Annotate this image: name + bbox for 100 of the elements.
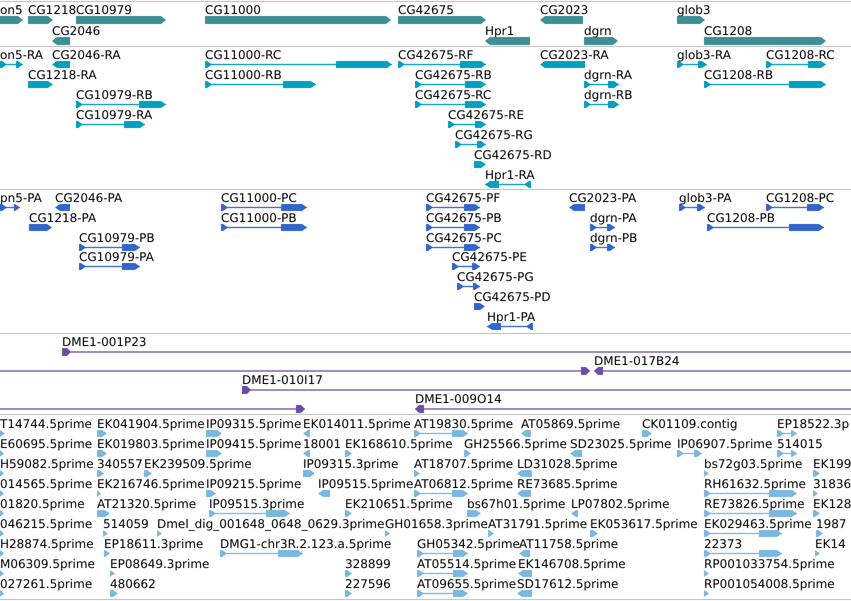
feature-label: IP06907.5prime xyxy=(677,438,772,450)
feature-label: 1987 xyxy=(816,518,847,530)
feature-label: AT05514.5prime xyxy=(417,558,516,570)
feature-label: 328899 xyxy=(345,558,391,570)
feature-label: 340557 xyxy=(97,458,143,470)
feature-label: 046215.5prime xyxy=(0,518,92,530)
feature-label: CG42675-RD xyxy=(474,149,552,161)
feature-label: 01820.5prime xyxy=(0,498,85,510)
feature-label: CG2023 xyxy=(540,4,588,16)
feature-label: AT21320.5prime xyxy=(97,498,196,510)
feature-label: pn5-PA xyxy=(0,192,42,204)
feature-label: RE73826.5prime xyxy=(704,498,804,510)
feature-label: AT11758.5prime xyxy=(519,538,618,550)
feature-label: CG1218-RA xyxy=(28,69,97,81)
feature-label: RP001054008.5prime xyxy=(704,578,835,590)
feature-label: EP18611.3prime xyxy=(104,538,204,550)
feature-label: EK029463.5prime xyxy=(704,518,812,530)
feature-label: EK14 xyxy=(815,538,846,550)
feature-label: IP09315.5prime xyxy=(206,418,302,430)
feature-label: 014565.5prime xyxy=(0,478,92,490)
feature-label: EP08649.3prime xyxy=(110,558,210,570)
feature-label: Dmel_dig_001648_0648_0629.3prime xyxy=(157,518,385,530)
feature-label: glob3 xyxy=(677,4,711,16)
feature-label: IP09315.3prime xyxy=(303,458,398,470)
feature-label: EK128 xyxy=(813,498,851,510)
feature-label: CG10979-PA xyxy=(79,251,154,264)
feature-label: EK216746.5prime xyxy=(97,478,205,490)
feature-label: glob3-PA xyxy=(679,192,732,204)
feature-label: 22373 xyxy=(704,538,742,550)
feature-label: LP07802.5prime xyxy=(571,498,670,510)
feature-label: dgrn-PA xyxy=(590,212,637,224)
feature-label: CG11000 xyxy=(205,4,261,16)
feature-label: CG11000-RB xyxy=(205,69,282,81)
feature-label: CG1218-PA xyxy=(29,212,96,224)
feature-label: Hpr1-RA xyxy=(485,169,535,181)
feature-label: CG10979-PB xyxy=(79,232,155,244)
feature-label: 227596 xyxy=(345,578,391,590)
feature-label: EK014011.5prime xyxy=(303,418,411,430)
feature-label: CG42675-RG xyxy=(455,129,533,141)
feature-label: CG1208-RC xyxy=(766,49,835,61)
feature-label: CG42675-RF xyxy=(398,49,474,61)
feature-label: RE73685.5prime xyxy=(517,478,618,490)
feature-label: DME1-009O14 xyxy=(415,393,502,405)
feature-label: CG1208-PB xyxy=(707,212,776,224)
feature-label: dgrn xyxy=(584,25,612,37)
feature-label: CG1208-RB xyxy=(704,69,774,81)
feature-label: AT06812.5prime xyxy=(414,478,514,490)
feature-label: bs67h01.5prime xyxy=(467,498,566,510)
feature-label: DME1-010I17 xyxy=(242,374,323,386)
feature-label: dgrn-RB xyxy=(584,89,632,101)
feature-label: CG42675-RE xyxy=(448,109,524,121)
feature-label: CG10979-RB xyxy=(76,89,153,101)
feature-label: DMG1-chr3R.2.123.a.5prime xyxy=(220,538,392,550)
feature-label: 18001 xyxy=(303,438,342,450)
feature-label: Hpr1 xyxy=(485,25,514,37)
feature-label: AT05869.5prime xyxy=(521,418,620,430)
feature-label: EK199 xyxy=(813,458,851,470)
feature-label: CG42675-PF xyxy=(426,192,500,204)
feature-label: CG11000-RC xyxy=(205,49,282,61)
feature-label: IP09415.5prime xyxy=(206,438,302,450)
feature-label: H28874.5prime xyxy=(0,538,94,550)
feature-label: IP09515.5prime xyxy=(318,478,414,490)
feature-label: AT18707.5prime xyxy=(414,458,514,470)
feature-label: 514015 xyxy=(777,438,823,450)
feature-label: CG2023-PA xyxy=(569,192,636,204)
feature-label: CG1218 xyxy=(28,4,76,16)
feature-label: CG2023-RA xyxy=(540,49,609,61)
feature-label: dgrn-RA xyxy=(584,69,632,81)
feature-label: CG1208-PC xyxy=(766,192,834,204)
feature-label: CG11000-PB xyxy=(221,212,297,224)
feature-label: EK168610.5prime xyxy=(345,438,453,450)
feature-label: EK239509.5prime xyxy=(144,458,252,470)
feature-label: CK01109.contig xyxy=(642,418,738,430)
feature-label: IP09515.3prime xyxy=(209,498,304,510)
feature-label: CG1208 xyxy=(704,25,752,37)
feature-label: AT09655.5prime xyxy=(417,578,516,590)
feature-label: 31836 xyxy=(813,478,851,490)
feature-label: GH25566.5prime xyxy=(464,438,567,450)
feature-label: CG42675-PC xyxy=(426,232,502,244)
feature-label: IP09215.5prime xyxy=(206,478,302,490)
feature-label: CG10979 xyxy=(76,4,132,16)
feature-label: T14744.5prime xyxy=(0,418,92,430)
feature-label: CG11000-PC xyxy=(221,192,297,204)
feature-label: on5-RA xyxy=(0,49,43,61)
feature-label: CG2046 xyxy=(52,25,100,37)
feature-label: E60695.5prime xyxy=(0,438,92,450)
feature-label: DME1-017B24 xyxy=(594,355,680,367)
feature-label: AT19830.5prime xyxy=(414,418,514,430)
feature-label: CG2046-RA xyxy=(52,49,121,61)
feature-label: on5 xyxy=(0,4,23,16)
feature-label: CG42675-RB xyxy=(415,69,492,81)
feature-label: 514059 xyxy=(103,518,149,530)
feature-label: H59082.5prime xyxy=(0,458,94,470)
feature-label: EP18522.3p xyxy=(777,418,850,430)
feature-label: dgrn-PB xyxy=(590,232,638,244)
feature-label: CG42675-PG xyxy=(457,271,534,284)
feature-label: CG42675-PE xyxy=(452,251,527,264)
feature-label: M06309.5prime xyxy=(0,558,95,570)
feature-label: RP001033754.5prime xyxy=(704,558,835,570)
feature-label: CG42675-PD xyxy=(474,291,551,303)
